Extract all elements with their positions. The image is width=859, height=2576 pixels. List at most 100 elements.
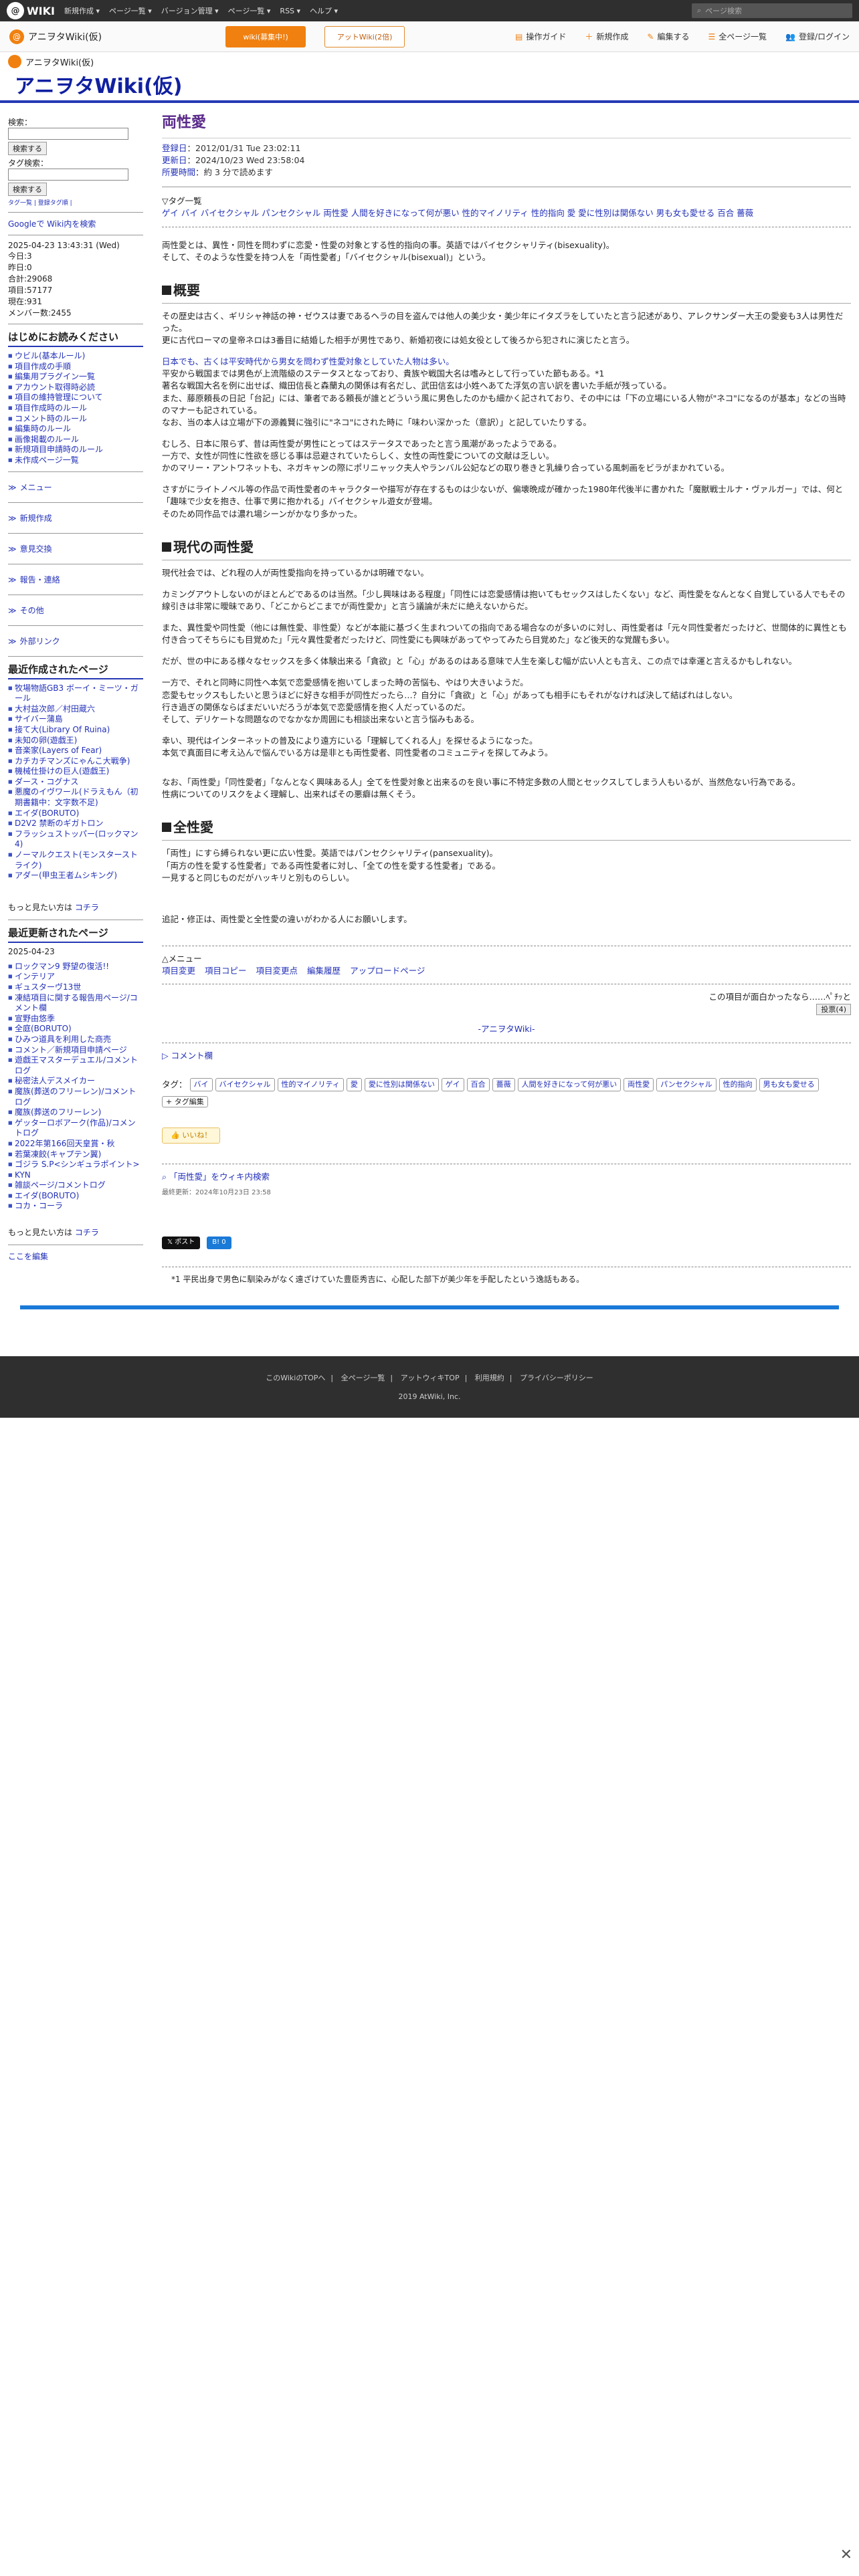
sidebar-item-other[interactable]: ≫ その他 (8, 605, 143, 616)
menu-link[interactable]: 編集履歴 (307, 965, 341, 977)
list-item[interactable]: 画像掲載のルール (8, 435, 143, 445)
tag-chip[interactable]: 薔薇 (492, 1077, 515, 1091)
google-search-link[interactable]: Googleで Wiki内を検索 (8, 218, 143, 229)
wiki-title[interactable]: アニヲタWiki(仮) (15, 70, 851, 99)
tag-chip[interactable]: 両性愛 (624, 1077, 654, 1091)
footer-link[interactable]: このWikiのTOPへ (266, 1374, 325, 1382)
like-button[interactable]: 👍 いいね！ (162, 1127, 221, 1144)
tag-chip[interactable]: 性的マイノリティ (277, 1077, 344, 1091)
list-item[interactable]: 悪魔のイヴワール(ドラえもん（初期書籍中：文字数不足) (8, 787, 143, 808)
wiki-search-link[interactable]: ⌕ 「両性愛」をウィキ内検索 (162, 1171, 851, 1183)
list-item[interactable]: ゲッターロボアーク(作品)/コメントログ (8, 1118, 143, 1139)
promo-button-2[interactable]: アットWiki(2倍) (324, 25, 405, 47)
menu-help[interactable]: ヘルプ ▾ (310, 5, 338, 16)
tag-chip[interactable]: バイ (189, 1077, 213, 1091)
list-item[interactable]: 接て大(Library Of Ruina) (8, 725, 143, 736)
sidebar-item-new[interactable]: ≫ 新規作成 (8, 512, 143, 524)
list-item[interactable]: 機械仕掛けの巨人(遊戯王) (8, 766, 143, 777)
sidebar-item-opinion[interactable]: ≫ 意見交換 (8, 543, 143, 554)
footer-link[interactable]: 全ページ一覧 (341, 1374, 385, 1382)
list-item[interactable]: エイダ(BORUTO) (8, 1191, 143, 1202)
list-item[interactable]: 編集時のルール (8, 424, 143, 435)
login-button[interactable]: 👥 登録/ログイン (785, 31, 850, 42)
list-item[interactable]: エイダ(BORUTO) (8, 809, 143, 819)
wiki-small-name[interactable]: アニヲタWiki(仮) (25, 56, 94, 68)
list-item[interactable]: アカウント取得時必読 (8, 383, 143, 393)
menu-link[interactable]: 項目変更 (162, 965, 195, 977)
promo-button[interactable]: wiki(募集中!) (225, 25, 306, 47)
list-item[interactable]: フラッシュストッパー(ロックマン4) (8, 829, 143, 850)
list-item[interactable]: 項目の維持管理について (8, 393, 143, 403)
tags-line[interactable]: ゲイ バイ バイセクシャル パンセクシャル 両性愛 人間を好きになって何が悪い … (162, 207, 851, 219)
menu-heading[interactable]: △メニュー (162, 953, 851, 965)
list-item[interactable]: 遊戯王マスターデュエル/コメントログ (8, 1055, 143, 1076)
list-item[interactable]: 宣野由悠季 (8, 1014, 143, 1025)
tag-chip[interactable]: 愛に性別は関係ない (364, 1077, 439, 1091)
list-item[interactable]: ゴジラ S.P<シンギュラポイント> (8, 1160, 143, 1170)
tag-chip[interactable]: ゲイ (441, 1077, 464, 1091)
list-item[interactable]: 2022年第166回天皇賞・秋 (8, 1139, 143, 1150)
x-post-button[interactable]: 𝕏 ポスト (162, 1237, 201, 1249)
tag-chip[interactable]: バイセクシャル (215, 1077, 275, 1091)
tag-search-input[interactable] (8, 169, 128, 181)
sidebar-item-external[interactable]: ≫ 外部リンク (8, 635, 143, 647)
tag-chip[interactable]: 百合 (466, 1077, 490, 1091)
menu-version[interactable]: バージョン管理 ▾ (161, 5, 219, 16)
list-item[interactable]: 全庭(BORUTO) (8, 1024, 143, 1035)
list-item[interactable]: 項目作成の手順 (8, 362, 143, 372)
list-item[interactable]: 凍結項目に関する報告用ページ/コメント欄 (8, 993, 143, 1014)
page-search-input[interactable]: ⌕ ページ検索 (692, 3, 852, 18)
list-item[interactable]: 秘密法人デスメイカー (8, 1076, 143, 1087)
list-item[interactable]: KYN (8, 1170, 143, 1181)
footer-link[interactable]: プライバシーポリシー (520, 1374, 593, 1382)
menu-pages[interactable]: ページ一覧 ▾ (228, 5, 271, 16)
new-page-button[interactable]: ＋新規作成 (585, 31, 628, 42)
list-item[interactable]: カチカチマンズにゃんこ大戦争) (8, 756, 143, 767)
menu-rss[interactable]: RSS ▾ (280, 7, 300, 15)
more-updated-link[interactable]: コチラ (75, 1228, 99, 1237)
menu-link[interactable]: 項目コピー (205, 965, 247, 977)
list-item[interactable]: D2V2 禁断のギガトロン (8, 819, 143, 829)
hatena-bookmark-button[interactable]: B! 0 (207, 1237, 231, 1249)
menu-link[interactable]: 項目変更点 (256, 965, 298, 977)
list-item[interactable]: 若葉凍餃(キャプテン翼) (8, 1150, 143, 1160)
menu-page-list[interactable]: ページ一覧 ▾ (109, 5, 152, 16)
list-item[interactable]: ひみつ道具を利用した商売 (8, 1035, 143, 1045)
list-item[interactable]: 音楽家(Layers of Fear) (8, 746, 143, 756)
list-item[interactable]: 牧場物語GB3 ボーイ・ミーツ・ガール (8, 683, 143, 704)
tag-chip[interactable]: 人間を好きになって何が悪い (517, 1077, 622, 1091)
tag-list-links[interactable]: タグ一覧 | 登録タグ順 | (8, 198, 143, 207)
tag-search-button[interactable]: 検索する (8, 183, 47, 196)
tag-chip[interactable]: 愛 (346, 1077, 362, 1091)
list-item[interactable]: 魔族(葬送のフリーレン)/コメントログ (8, 1087, 143, 1107)
edit-sidebar-link[interactable]: ここを編集 (8, 1251, 143, 1262)
all-pages-button[interactable]: ☰ 全ページ一覧 (708, 31, 767, 42)
guide-button[interactable]: ▤ 操作ガイド (515, 31, 566, 42)
list-item[interactable]: ロックマン9 野望の復活!! (8, 962, 143, 972)
list-item[interactable]: 大村益次郎／村田蔵六 (8, 704, 143, 715)
list-item[interactable]: 未知の卵(遊戯王) (8, 736, 143, 746)
list-item[interactable]: コメント時のルール (8, 414, 143, 425)
sidebar-search-input[interactable] (8, 128, 128, 140)
list-item[interactable]: インテリア (8, 972, 143, 982)
sidebar-search-button[interactable]: 検索する (8, 142, 47, 155)
vote-button[interactable]: 投票(4) (816, 1004, 851, 1016)
list-item[interactable]: ギュスターヴ13世 (8, 982, 143, 993)
wiki-home-link[interactable]: @ アニヲタWiki(仮) (9, 29, 102, 44)
list-item[interactable]: 編集用プラグイン一覧 (8, 372, 143, 383)
tag-edit-button[interactable]: + タグ編集 (162, 1095, 208, 1107)
footer-link[interactable]: アットウィキTOP (401, 1374, 460, 1382)
sidebar-item-menu[interactable]: ≫ メニュー (8, 481, 143, 493)
list-item[interactable]: 未作成ページ一覧 (8, 455, 143, 466)
tag-chip[interactable]: パンセクシャル (656, 1077, 717, 1091)
list-item[interactable]: アダー(甲虫王者ムシキング) (8, 871, 143, 881)
footer-link[interactable]: 利用規約 (475, 1374, 504, 1382)
tag-chip[interactable]: 性的指向 (719, 1077, 757, 1091)
more-recent-link[interactable]: コチラ (75, 903, 99, 912)
list-item[interactable]: コメント／新規項目申請ページ (8, 1045, 143, 1056)
comment-toggle[interactable]: ▷ コメント欄 (162, 1050, 851, 1062)
tags-heading[interactable]: ▽タグ一覧 (162, 195, 851, 207)
menu-new[interactable]: 新規作成 ▾ (64, 5, 100, 16)
list-item[interactable]: サイバー蒲島 (8, 714, 143, 725)
atwiki-logo[interactable]: @ WIKI (7, 2, 55, 19)
